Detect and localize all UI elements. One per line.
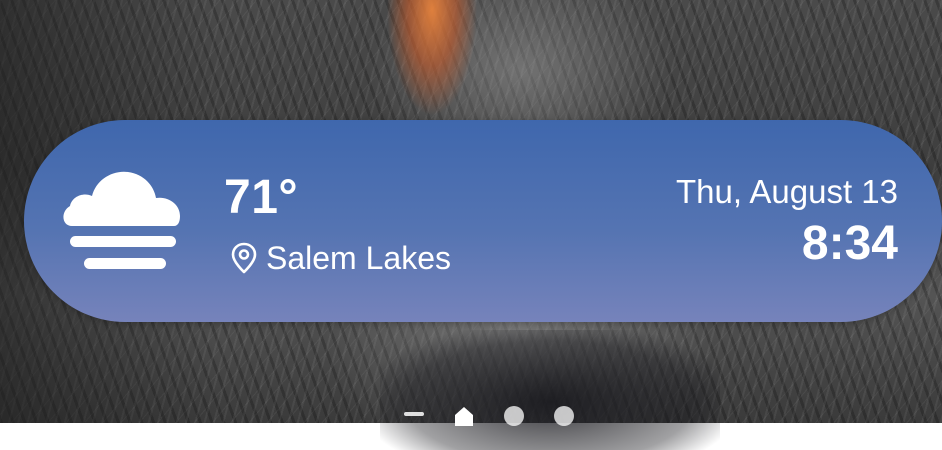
clock-time: 8:34 — [801, 217, 898, 270]
minus-one-page-indicator[interactable] — [404, 412, 424, 416]
page-dot[interactable] — [504, 406, 524, 426]
location-label: Salem Lakes — [266, 240, 451, 276]
home-icon[interactable] — [454, 406, 474, 426]
temperature: 71° — [224, 171, 299, 224]
location-pin-icon — [230, 242, 258, 274]
weather-clock-widget[interactable]: 71° Salem Lakes Thu, August 13 8:34 — [24, 120, 942, 322]
location[interactable]: Salem Lakes — [230, 238, 451, 278]
page-dot[interactable] — [554, 406, 574, 426]
wallpaper-shadow — [380, 330, 720, 450]
page-indicator[interactable] — [404, 406, 574, 426]
date-label: Thu, August 13 — [676, 173, 898, 210]
fog-icon — [60, 168, 182, 272]
